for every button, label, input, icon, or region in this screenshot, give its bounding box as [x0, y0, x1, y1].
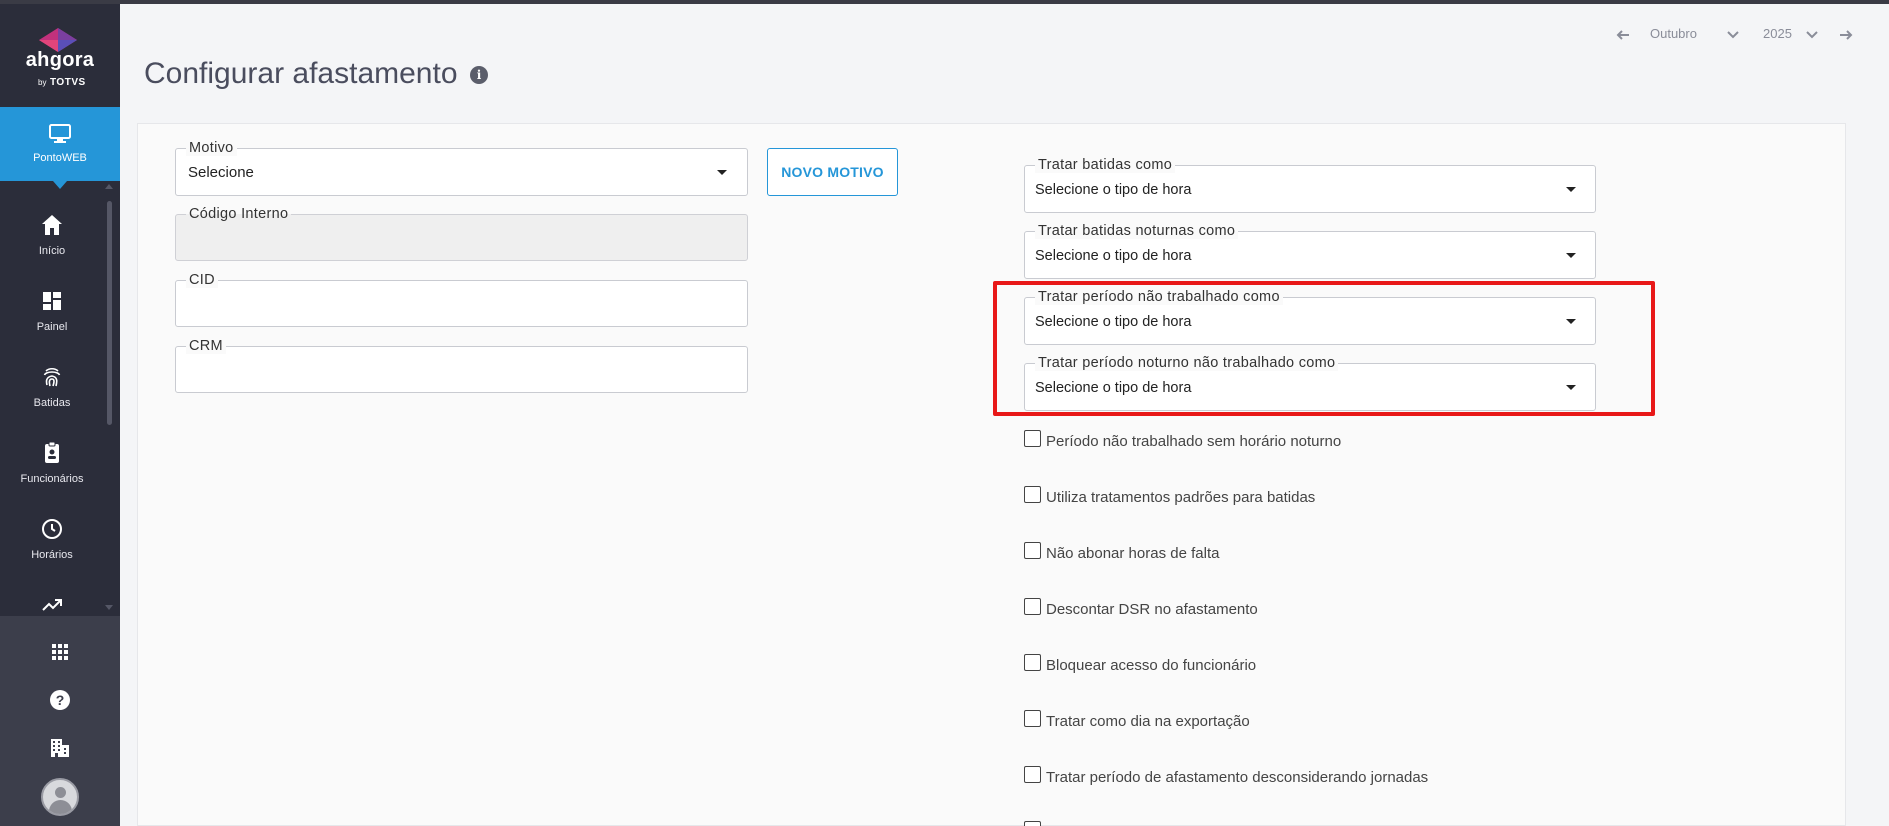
caret-down-icon [1566, 253, 1576, 258]
cid-label: CID [186, 272, 218, 288]
tratar-batidas-value: Selecione o tipo de hora [1035, 182, 1192, 198]
tratar-batidas-label: Tratar batidas como [1035, 157, 1176, 173]
checkbox[interactable] [1024, 430, 1041, 447]
month-chevron-down-icon[interactable] [1724, 26, 1742, 44]
dashboard-icon [43, 292, 61, 310]
month-select[interactable]: Outubro [1650, 26, 1697, 41]
crm-field[interactable]: CRM [175, 338, 748, 393]
checkbox[interactable] [1024, 542, 1041, 559]
tratar-batidas-noturnas-select[interactable]: Tratar batidas noturnas como Selecione o… [1024, 223, 1596, 279]
year-select[interactable]: 2025 [1763, 26, 1792, 41]
checkbox[interactable] [1024, 654, 1041, 671]
caret-down-icon [1566, 187, 1576, 192]
checkbox[interactable] [1024, 821, 1041, 826]
checkbox[interactable] [1024, 486, 1041, 503]
motivo-value: Selecione [188, 164, 254, 181]
help-icon[interactable]: ? [48, 688, 72, 712]
caret-down-icon [717, 170, 727, 175]
arrow-left-icon[interactable] [1614, 26, 1632, 44]
checkbox[interactable] [1024, 766, 1041, 783]
sidebar-item-relatorios[interactable] [0, 581, 104, 616]
sidebar-item-label: Batidas [33, 397, 71, 409]
sidebar-item-label: PontoWEB [33, 152, 87, 164]
home-icon [42, 215, 62, 235]
codigo-interno-label: Código Interno [186, 206, 292, 222]
brand-partner: TOTVS [50, 77, 86, 88]
avatar[interactable] [41, 778, 79, 816]
page-header: Configurar afastamento i Outubro 2025 [120, 4, 1889, 110]
avatar-head [55, 787, 66, 798]
sidebar-item-batidas[interactable]: Batidas [0, 353, 104, 423]
checkbox-label: Bloquear acesso do funcionário [1046, 657, 1257, 674]
novo-motivo-button[interactable]: NOVO MOTIVO [767, 148, 898, 196]
apps-grid-icon[interactable] [48, 640, 72, 664]
svg-text:?: ? [56, 692, 65, 708]
brand-name: ahgora [25, 49, 95, 71]
scroll-up-arrow[interactable] [105, 184, 113, 189]
tratar-batidas-noturnas-value: Selecione o tipo de hora [1035, 248, 1192, 264]
tratar-batidas-select[interactable]: Tratar batidas como Selecione o tipo de … [1024, 157, 1596, 213]
checkbox[interactable] [1024, 598, 1041, 615]
info-icon[interactable]: i [470, 66, 488, 84]
checkbox-label: Descontar DSR no afastamento [1046, 601, 1258, 618]
sidebar-item-inicio[interactable]: Início [0, 201, 104, 271]
scroll-down-arrow[interactable] [105, 605, 113, 610]
sidebar-item-pontoweb[interactable]: PontoWEB [0, 107, 120, 189]
monitor-icon [49, 124, 71, 143]
cid-field[interactable]: CID [175, 272, 748, 327]
motivo-label: Motivo [186, 140, 237, 156]
sidebar: ahgora by TOTVS PontoWEB Início Painel B… [0, 0, 120, 826]
page-title: Configurar afastamento [144, 57, 458, 90]
building-icon[interactable] [48, 736, 72, 760]
brand-by: by [38, 78, 47, 87]
arrow-right-icon[interactable] [1837, 26, 1855, 44]
sidebar-item-horarios[interactable]: Horários [0, 505, 104, 575]
codigo-interno-field: Código Interno [175, 206, 748, 261]
checkbox-label: Tratar como dia na exportação [1046, 713, 1250, 730]
badge-icon [45, 441, 59, 463]
tratar-batidas-noturnas-label: Tratar batidas noturnas como [1035, 223, 1239, 239]
year-chevron-down-icon[interactable] [1803, 26, 1821, 44]
sidebar-item-label: Painel [36, 321, 68, 333]
sidebar-item-funcionarios[interactable]: Funcionários [0, 429, 104, 499]
checkbox-label: Tratar período de afastamento desconside… [1046, 769, 1429, 786]
sidebar-scrollbar[interactable] [107, 201, 112, 425]
sidebar-item-label: Início [38, 245, 66, 257]
brand-logo[interactable]: ahgora by TOTVS [0, 0, 120, 107]
checkbox-label: Período não trabalhado sem horário notur… [1046, 433, 1342, 450]
avatar-body [49, 800, 72, 814]
checkbox-label: Não abonar horas de falta [1046, 545, 1220, 562]
clock-icon [42, 519, 62, 539]
sidebar-nav: Início Painel Batidas Funcionários Horár… [0, 181, 120, 616]
checkbox-label: Utiliza tratamentos padrões para batidas [1046, 489, 1316, 506]
fingerprint-icon [43, 367, 61, 387]
sidebar-item-painel[interactable]: Painel [0, 277, 104, 347]
highlight-box [993, 281, 1655, 416]
motivo-select[interactable]: Motivo Selecione [175, 140, 748, 196]
crm-label: CRM [186, 338, 226, 354]
sidebar-item-label: Funcionários [20, 473, 84, 485]
checkbox[interactable] [1024, 710, 1041, 727]
trending-up-icon [42, 599, 62, 611]
top-border [0, 0, 1889, 4]
sidebar-item-label: Horários [31, 549, 73, 561]
